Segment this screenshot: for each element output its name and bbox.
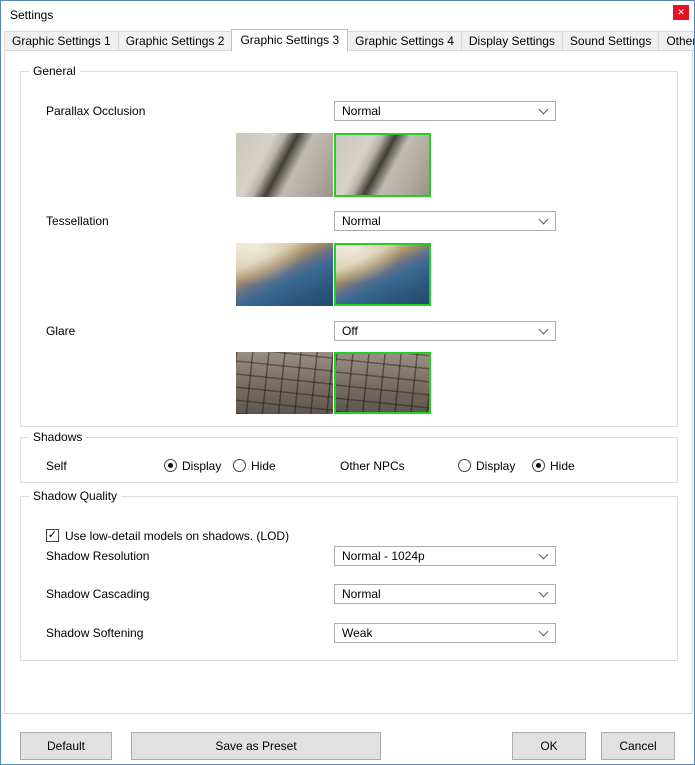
shadow-softening-select[interactable]: Weak xyxy=(334,623,556,643)
shadow-resolution-value: Normal - 1024p xyxy=(342,547,425,565)
self-display-radio[interactable] xyxy=(164,459,177,472)
self-label: Self xyxy=(46,459,67,473)
tab-sound-settings[interactable]: Sound Settings xyxy=(562,31,659,51)
settings-panel: General Parallax Occlusion Normal Tessel… xyxy=(4,50,693,714)
self-display-radio-label: Display xyxy=(182,459,221,473)
tab-graphic-settings-3[interactable]: Graphic Settings 3 xyxy=(231,29,348,52)
tab-graphic-settings-4[interactable]: Graphic Settings 4 xyxy=(347,31,462,51)
tessellation-preview-1[interactable] xyxy=(236,243,333,306)
cancel-button[interactable]: Cancel xyxy=(601,732,675,760)
parallax-occlusion-value: Normal xyxy=(342,102,381,120)
tab-strip: Graphic Settings 1 Graphic Settings 2 Gr… xyxy=(4,28,691,51)
close-button[interactable]: ✕ xyxy=(673,5,689,20)
general-group: General Parallax Occlusion Normal Tessel… xyxy=(20,71,678,427)
lod-checkbox[interactable]: ✓ xyxy=(46,529,59,542)
tessellation-select[interactable]: Normal xyxy=(334,211,556,231)
title-bar[interactable]: Settings ✕ xyxy=(1,1,694,29)
shadows-group: Shadows Self Display Hide Other NPCs Dis… xyxy=(20,437,678,483)
general-group-label: General xyxy=(29,65,80,78)
self-hide-radio-label: Hide xyxy=(251,459,276,473)
glare-value: Off xyxy=(342,322,358,340)
parallax-occlusion-label: Parallax Occlusion xyxy=(46,104,145,118)
tab-graphic-settings-2[interactable]: Graphic Settings 2 xyxy=(118,31,233,51)
shadow-cascading-value: Normal xyxy=(342,585,381,603)
lod-checkbox-label: Use low-detail models on shadows. (LOD) xyxy=(65,529,289,543)
glare-preview-2-selected[interactable] xyxy=(334,352,431,414)
save-as-preset-button[interactable]: Save as Preset xyxy=(131,732,381,760)
npc-display-radio[interactable] xyxy=(458,459,471,472)
npc-display-radio-label: Display xyxy=(476,459,515,473)
tab-other[interactable]: Other xyxy=(658,31,695,51)
chevron-down-icon xyxy=(539,550,549,560)
npc-hide-radio-label: Hide xyxy=(550,459,575,473)
close-icon: ✕ xyxy=(677,8,685,17)
other-npcs-label: Other NPCs xyxy=(340,459,405,473)
window-title: Settings xyxy=(10,8,53,22)
tessellation-label: Tessellation xyxy=(46,214,109,228)
parallax-occlusion-select[interactable]: Normal xyxy=(334,101,556,121)
glare-label: Glare xyxy=(46,324,75,338)
shadow-resolution-label: Shadow Resolution xyxy=(46,549,149,563)
glare-preview-1[interactable] xyxy=(236,352,333,414)
checkmark-icon: ✓ xyxy=(48,530,57,541)
shadows-group-label: Shadows xyxy=(29,431,86,444)
npc-hide-radio[interactable] xyxy=(532,459,545,472)
shadow-quality-group-label: Shadow Quality xyxy=(29,490,121,503)
parallax-preview-1[interactable] xyxy=(236,133,333,197)
shadow-cascading-label: Shadow Cascading xyxy=(46,587,149,601)
chevron-down-icon xyxy=(539,215,549,225)
settings-window: Settings ✕ Graphic Settings 1 Graphic Se… xyxy=(0,0,695,765)
default-button[interactable]: Default xyxy=(20,732,112,760)
tab-display-settings[interactable]: Display Settings xyxy=(461,31,563,51)
tessellation-value: Normal xyxy=(342,212,381,230)
shadow-cascading-select[interactable]: Normal xyxy=(334,584,556,604)
glare-select[interactable]: Off xyxy=(334,321,556,341)
shadow-softening-label: Shadow Softening xyxy=(46,626,143,640)
shadow-softening-value: Weak xyxy=(342,624,372,642)
shadow-quality-group: Shadow Quality ✓ Use low-detail models o… xyxy=(20,496,678,661)
shadow-resolution-select[interactable]: Normal - 1024p xyxy=(334,546,556,566)
chevron-down-icon xyxy=(539,588,549,598)
self-hide-radio[interactable] xyxy=(233,459,246,472)
chevron-down-icon xyxy=(539,627,549,637)
tab-graphic-settings-1[interactable]: Graphic Settings 1 xyxy=(4,31,119,51)
tessellation-preview-2-selected[interactable] xyxy=(334,243,431,306)
parallax-preview-2-selected[interactable] xyxy=(334,133,431,197)
ok-button[interactable]: OK xyxy=(512,732,586,760)
chevron-down-icon xyxy=(539,325,549,335)
chevron-down-icon xyxy=(539,105,549,115)
